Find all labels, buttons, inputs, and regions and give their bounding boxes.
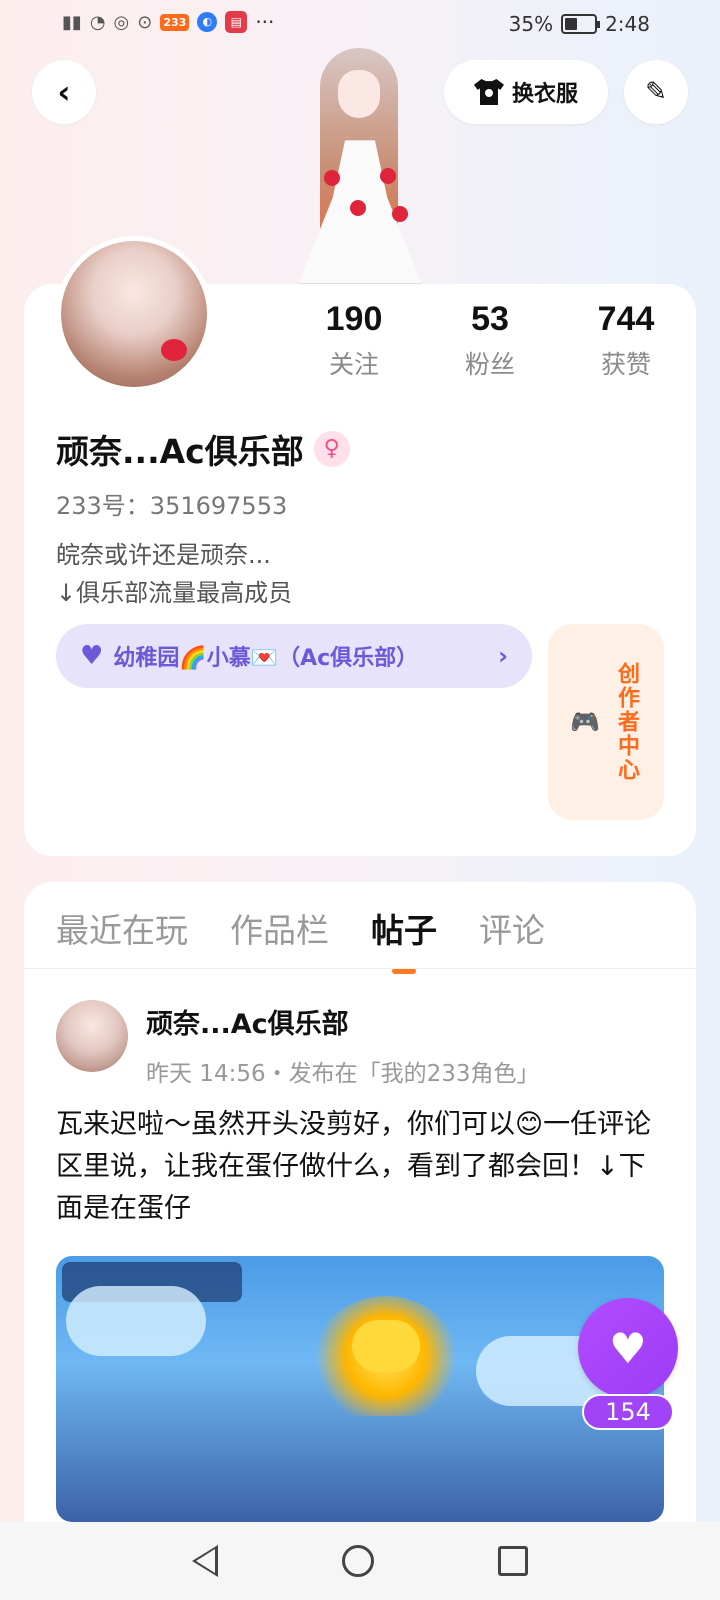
signal-icon: ▮▮ (62, 11, 82, 33)
stat-label: 关注 (328, 350, 379, 379)
nav-home-icon[interactable] (342, 1545, 374, 1577)
post-author-name[interactable]: 顽奈...Ac俱乐部 (146, 1002, 349, 1041)
user-id[interactable]: 233号：351697553 (56, 486, 287, 521)
character-avatar-figure[interactable] (280, 40, 440, 284)
female-icon: ♀ (313, 431, 350, 467)
club-label: 幼稚园🌈小慕💌（Ac俱乐部） (113, 646, 419, 671)
chevron-left-icon: ‹ (57, 73, 71, 111)
stat-followers[interactable]: 53 粉丝 (422, 300, 558, 381)
stat-value: 53 (471, 300, 509, 338)
rose-decoration (350, 200, 366, 216)
app-233-icon: 233 (160, 13, 190, 31)
heart-icon: ♥ (80, 641, 104, 671)
status-icons-right: 35% 2:48 (509, 12, 650, 36)
profile-stats: 190 关注 53 粉丝 744 获赞 (286, 300, 694, 381)
edit-profile-button[interactable]: ✎ (624, 60, 688, 124)
shirt-icon (473, 79, 504, 105)
like-button[interactable]: ♥ (578, 1298, 678, 1398)
post-body[interactable]: 瓦来迟啦～虽然开头没剪好，你们可以😊一任评论区里说，让我在蛋仔做什么，看到了都会… (56, 1104, 666, 1230)
chevron-right-icon: › (498, 642, 508, 670)
post-meta: 昨天 14:56・发布在「我的233角色」 (146, 1061, 540, 1087)
stat-value: 190 (325, 300, 383, 338)
dress-up-label: 换衣服 (511, 82, 578, 107)
creator-center-button[interactable]: 🎮 创作者中心 (548, 624, 664, 820)
tab-comments[interactable]: 评论 (479, 904, 545, 952)
stat-likes[interactable]: 744 获赞 (558, 300, 694, 381)
pencil-icon: ✎ (645, 77, 667, 107)
rose-decoration (392, 206, 408, 222)
tab-divider (24, 968, 696, 969)
stat-following[interactable]: 190 关注 (286, 300, 422, 381)
battery-icon (561, 14, 601, 34)
bio-line: ↓俱乐部流量最高成员 (56, 579, 293, 607)
profile-tabs: 最近在玩 作品栏 帖子 评论 (56, 904, 545, 952)
like-count: 154 (582, 1394, 674, 1430)
more-notifications: ··· (255, 10, 275, 34)
nav-back-icon[interactable] (192, 1545, 218, 1577)
tab-works[interactable]: 作品栏 (230, 904, 329, 952)
rose-decoration (380, 168, 396, 184)
stat-label: 粉丝 (464, 350, 515, 379)
nav-recents-icon[interactable] (498, 1546, 528, 1576)
sync-icon: ◎ (113, 11, 130, 33)
target-icon: ⊙ (137, 11, 153, 33)
username: 顽奈...Ac俱乐部 ♀ (56, 425, 350, 473)
heart-icon: ♥ (609, 1323, 647, 1373)
post-author-avatar[interactable] (56, 1000, 128, 1072)
avatar[interactable] (56, 236, 212, 392)
creator-center-label: 创作者中心 (613, 662, 639, 782)
wifi-icon: ◔ (89, 11, 106, 33)
tab-recently-played[interactable]: 最近在玩 (56, 904, 188, 952)
dress-up-button[interactable]: 换衣服 (444, 60, 608, 124)
reader-icon: ▤ (225, 11, 248, 33)
rose-decoration (324, 170, 340, 186)
status-icons-left: ▮▮ ◔ ◎ ⊙ 233 ◐ ▤ ··· (62, 10, 274, 34)
system-nav-bar (0, 1522, 720, 1600)
username-text: 顽奈...Ac俱乐部 (56, 432, 304, 471)
bio: 皖奈或许还是顽奈... ↓俱乐部流量最高成员 (56, 536, 292, 612)
battery-percent: 35% (508, 12, 554, 36)
post-image[interactable] (56, 1256, 664, 1522)
gamepad-icon: 🎮 (570, 708, 600, 736)
cloud-shape (66, 1286, 206, 1356)
browser-icon: ◐ (197, 12, 218, 32)
rose-decoration (161, 339, 187, 361)
clock: 2:48 (605, 12, 650, 36)
back-button[interactable]: ‹ (32, 60, 96, 124)
figure-face (338, 70, 380, 118)
tab-posts[interactable]: 帖子 (371, 904, 437, 952)
stat-label: 获赞 (600, 350, 651, 379)
game-character (352, 1320, 420, 1372)
stat-value: 744 (597, 300, 655, 338)
bio-line: 皖奈或许还是顽奈... (56, 541, 271, 569)
club-link[interactable]: ♥ 幼稚园🌈小慕💌（Ac俱乐部） › (56, 624, 532, 688)
